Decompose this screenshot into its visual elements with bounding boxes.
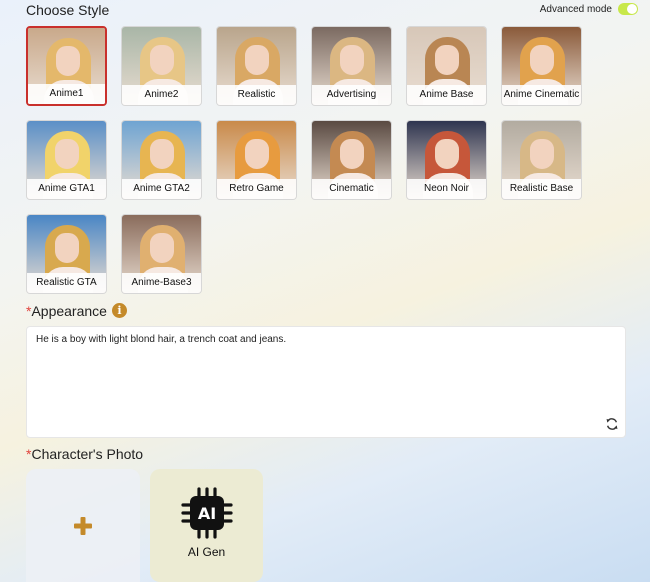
- style-card-label: Cinematic: [312, 179, 391, 199]
- appearance-textarea[interactable]: He is a boy with light blond hair, a tre…: [26, 326, 626, 438]
- style-card-label: Realistic: [217, 85, 296, 105]
- style-card[interactable]: Anime Cinematic: [501, 26, 582, 106]
- chip-text: AI: [198, 504, 216, 523]
- style-card-label: Realistic Base: [502, 179, 581, 199]
- ai-gen-button[interactable]: AI AI Gen: [150, 469, 263, 582]
- style-card[interactable]: Cinematic: [311, 120, 392, 200]
- character-photo-title-text: Character's Photo: [31, 446, 144, 462]
- style-card-label: Anime-Base3: [122, 273, 201, 293]
- appearance-title-text: Appearance: [31, 303, 107, 319]
- style-card-label: Anime Cinematic: [502, 85, 581, 105]
- style-card-label: Neon Noir: [407, 179, 486, 199]
- style-card-label: Anime GTA2: [122, 179, 201, 199]
- style-card[interactable]: Neon Noir: [406, 120, 487, 200]
- refresh-icon[interactable]: [605, 417, 619, 431]
- style-card-label: Anime1: [28, 84, 105, 104]
- appearance-title: *Appearance: [26, 303, 107, 319]
- style-card-label: Anime2: [122, 85, 201, 105]
- character-photo-title: *Character's Photo: [26, 446, 143, 462]
- advanced-mode-label: Advanced mode: [539, 3, 612, 15]
- style-card-label: Realistic GTA: [27, 273, 106, 293]
- style-card-label: Advertising: [312, 85, 391, 105]
- style-card[interactable]: Realistic: [216, 26, 297, 106]
- style-card[interactable]: Advertising: [311, 26, 392, 106]
- style-card[interactable]: Retro Game: [216, 120, 297, 200]
- style-card-label: Anime Base: [407, 85, 486, 105]
- style-grid: Anime1 Anime2 Realistic Advertising Anime Ba…: [26, 26, 596, 294]
- style-card[interactable]: Anime GTA1: [26, 120, 107, 200]
- choose-style-title: Choose Style: [26, 2, 110, 18]
- style-card-label: Retro Game: [217, 179, 296, 199]
- upload-photo-button[interactable]: [26, 469, 140, 582]
- plus-icon: [74, 517, 92, 535]
- style-card-label: Anime GTA1: [27, 179, 106, 199]
- style-card[interactable]: Realistic GTA: [26, 214, 107, 294]
- style-card[interactable]: Anime1: [26, 26, 107, 106]
- style-card[interactable]: Anime-Base3: [121, 214, 202, 294]
- ai-chip-icon: AI: [181, 487, 233, 539]
- advanced-mode-control[interactable]: Advanced mode: [540, 3, 638, 15]
- appearance-text: He is a boy with light blond hair, a tre…: [36, 334, 287, 345]
- info-icon[interactable]: i: [112, 303, 127, 318]
- ai-gen-label: AI Gen: [187, 545, 226, 559]
- style-card[interactable]: Anime Base: [406, 26, 487, 106]
- style-card[interactable]: Anime GTA2: [121, 120, 202, 200]
- style-card[interactable]: Anime2: [121, 26, 202, 106]
- style-card[interactable]: Realistic Base: [501, 120, 582, 200]
- advanced-mode-toggle[interactable]: [618, 3, 638, 15]
